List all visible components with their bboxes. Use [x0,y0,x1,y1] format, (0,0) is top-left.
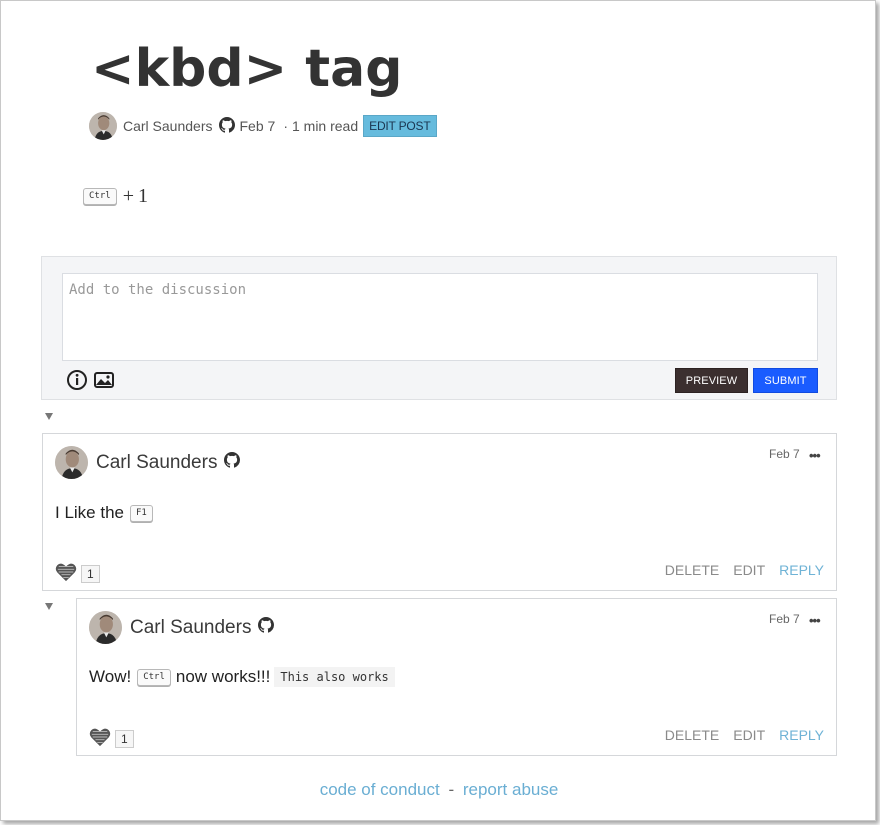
discussion-input[interactable] [62,273,818,361]
comment-composer: PREVIEW SUBMIT [41,256,837,400]
collapse-arrow-icon[interactable] [45,413,53,420]
reply-link[interactable]: REPLY [779,727,824,743]
footer-separator: - [448,780,455,799]
info-icon[interactable] [66,369,88,391]
collapse-arrow-icon[interactable] [45,603,53,610]
comment-author[interactable]: Carl Saunders [130,617,251,639]
github-icon[interactable] [258,617,274,638]
author-avatar[interactable] [89,112,117,140]
post-body: Ctrl + 1 [83,185,148,208]
heart-icon[interactable] [89,727,111,747]
comment-header: Carl Saunders [89,611,274,644]
delete-link[interactable]: DELETE [665,727,719,743]
inline-code: This also works [274,667,395,687]
post-title: <kbd> tag [91,39,403,99]
body-plus: + [122,185,134,207]
delete-link[interactable]: DELETE [665,562,719,578]
comment-footer: 1 DELETE EDIT REPLY [55,560,824,583]
comment-body: Wow! Ctrl now works!!! This also works [89,667,395,687]
post-date: Feb 7 [239,118,276,134]
kbd-key: Ctrl [83,188,117,205]
like-count: 1 [81,565,100,583]
read-time: 1 min read [291,118,359,134]
author-name[interactable]: Carl Saunders [123,118,213,134]
page-footer: code of conduct - report abuse [1,780,877,800]
code-of-conduct-link[interactable]: code of conduct [320,780,440,799]
kbd-key: F1 [130,504,153,522]
comment-actions: DELETE EDIT REPLY [651,727,824,743]
comment-avatar[interactable] [55,446,88,479]
comment-actions: DELETE EDIT REPLY [651,562,824,578]
like-count: 1 [115,730,134,748]
post-meta: Carl Saunders Feb 7 · 1 min read EDIT PO… [89,112,438,140]
comment-text: I Like the [55,503,124,522]
comment-date: Feb 7 [769,612,800,626]
reply-comment-card: Carl Saunders Feb 7 ••• Wow! Ctrl now wo… [76,598,837,756]
body-key: 1 [137,185,148,207]
comment-footer: 1 DELETE EDIT REPLY [89,725,824,748]
kbd-key: Ctrl [137,668,171,686]
comment-avatar[interactable] [89,611,122,644]
image-upload-icon[interactable] [93,369,115,391]
github-icon[interactable] [219,117,235,136]
heart-icon[interactable] [55,562,77,582]
comment-card: Carl Saunders Feb 7 ••• I Like the F1 1 … [42,433,837,591]
meta-separator: · [283,118,288,134]
github-icon[interactable] [224,452,240,473]
edit-post-button[interactable]: EDIT POST [363,115,438,137]
preview-button[interactable]: PREVIEW [675,368,748,393]
comment-body: I Like the F1 [55,503,156,523]
edit-link[interactable]: EDIT [733,562,765,578]
reply-link[interactable]: REPLY [779,562,824,578]
comment-text: now works!!! [175,667,271,686]
edit-link[interactable]: EDIT [733,727,765,743]
comment-text: Wow! [89,667,132,686]
report-abuse-link[interactable]: report abuse [463,780,558,799]
comment-header: Carl Saunders [55,446,240,479]
submit-button[interactable]: SUBMIT [753,368,818,393]
comment-date: Feb 7 [769,447,800,461]
comment-menu-icon[interactable]: ••• [809,448,821,463]
comment-author[interactable]: Carl Saunders [96,452,217,474]
page-frame: <kbd> tag Carl Saunders Feb 7 · 1 min re… [0,0,876,821]
comment-menu-icon[interactable]: ••• [809,613,821,628]
